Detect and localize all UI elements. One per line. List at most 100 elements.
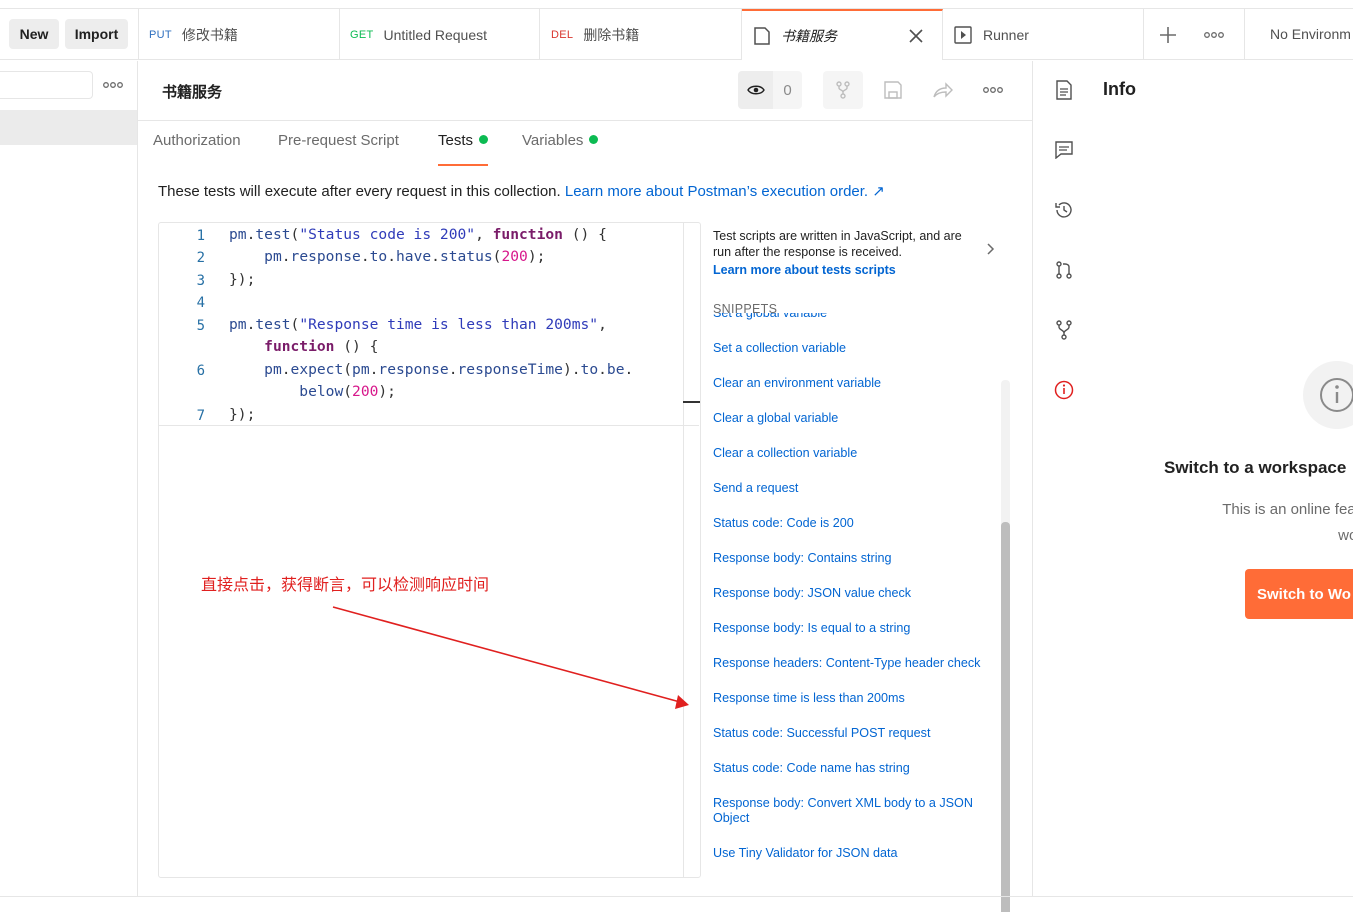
divider [1244,9,1245,60]
switch-workspace-text: This is an online feature a workspa [1154,497,1353,549]
fork-icon[interactable] [823,71,863,109]
tab-collection[interactable]: 书籍服务 [742,9,943,60]
tab-get-request[interactable]: GET Untitled Request [340,9,540,60]
line-number: 2 [196,250,205,266]
collection-editor: 书籍服务 0 Authorization Pre-request Script … [138,61,1032,912]
switch-workspace-heading: Switch to a workspace [1164,458,1347,477]
tab-put-request[interactable]: PUT 修改书籍 [138,9,340,60]
switch-workspace-text-line: This is an online feature a [1222,501,1353,518]
snippet-item[interactable]: Response body: Is equal to a string [713,621,998,636]
editor-scroll-marker [683,401,700,403]
code-line: pm.test("Response time is less than 200m… [229,316,607,333]
watch-button[interactable]: 0 [738,71,802,109]
code-editor[interactable]: 1 2 3 4 5 6 7 pm.test("Status code is 20… [158,222,701,878]
eye-icon [738,71,773,109]
tab-pre-request-script[interactable]: Pre-request Script [278,132,399,166]
sidebar-search-input[interactable] [0,71,93,99]
method-badge: GET [350,28,374,41]
tab-label: 修改书籍 [181,26,238,43]
info-panel: Info Switch to a workspace This is an on… [1094,61,1353,897]
right-rail [1032,61,1094,897]
tab-bar: New Import PUT 修改书籍 GET Untitled Request… [0,9,1353,60]
status-dot [589,135,599,144]
sidebar [0,61,138,897]
environment-selector[interactable]: No Environm [1270,26,1351,42]
snippet-item[interactable]: Response headers: Content-Type header ch… [713,656,998,671]
close-icon[interactable] [908,28,924,44]
method-badge: DEL [551,28,574,41]
snippets-intro-text: Test scripts are written in JavaScript, … [713,229,962,259]
snippet-item[interactable]: Response time is less than 200ms [713,691,998,706]
tab-variables-label: Variables [522,132,584,149]
code-line: pm.expect(pm.response.responseTime).to.b… [264,361,634,378]
code-line: function () { [264,338,379,355]
chevron-right-icon[interactable] [987,242,995,260]
status-bar-divider [0,896,1353,897]
tests-docs-link[interactable]: Learn more about tests scripts [713,262,973,278]
snippet-item[interactable]: Set a collection variable [713,341,998,356]
code-line: }); [229,406,256,423]
more-options-icon[interactable] [973,71,1013,109]
snippets-scrollbar-thumb[interactable] [1001,522,1010,912]
save-icon[interactable] [873,71,913,109]
runner-icon [954,25,972,44]
line-number: 7 [196,408,205,424]
snippets-intro: Test scripts are written in JavaScript, … [713,228,973,278]
page-title: 书籍服务 [162,84,223,101]
watch-count: 0 [773,71,802,109]
snippet-item[interactable]: Response body: Contains string [713,551,998,566]
snippet-item[interactable]: Send a request [713,481,998,496]
code-line: below(200); [299,383,396,400]
snippet-item[interactable]: Status code: Code name has string [713,761,998,776]
snippet-item[interactable]: Use Tiny Validator for JSON data [713,846,998,861]
snippets-heading: SNIPPETS [713,302,778,316]
pull-request-icon[interactable] [1052,258,1076,282]
comments-icon[interactable] [1052,138,1076,162]
line-number: 4 [196,295,205,311]
info-icon[interactable] [1052,378,1076,402]
switch-workspace-text-line: workspa [1338,527,1353,544]
sidebar-more-icon[interactable] [102,77,124,93]
tab-authorization[interactable]: Authorization [153,132,241,166]
info-title: Info [1103,79,1136,99]
snippet-item[interactable]: Clear a global variable [713,411,998,426]
code-line: pm.response.to.have.status(200); [264,248,546,265]
sidebar-item-selected[interactable] [0,110,137,145]
history-icon[interactable] [1052,198,1076,222]
window-top-strip [0,0,1353,9]
description-text: These tests will execute after every req… [158,183,565,200]
annotation-arrow [332,606,689,709]
tab-tests[interactable]: Tests [438,132,489,166]
line-number: 1 [196,228,205,244]
documentation-icon[interactable] [1052,78,1076,102]
tests-description: These tests will execute after every req… [158,182,885,200]
tab-tests-label: Tests [438,132,474,149]
snippet-item[interactable]: Status code: Code is 200 [713,516,998,531]
code-line: pm.test("Status code is 200", function (… [229,226,607,243]
tab-label: Untitled Request [383,26,488,43]
snippet-item[interactable]: Response body: JSON value check [713,586,998,601]
more-tabs-icon[interactable] [1201,24,1227,46]
fork-icon[interactable] [1052,318,1076,342]
snippet-item[interactable]: Clear a collection variable [713,446,998,461]
collection-icon [753,26,771,46]
snippet-item[interactable]: Clear an environment variable [713,376,998,391]
import-button[interactable]: Import [65,19,128,49]
line-number: 6 [196,363,205,379]
line-number: 5 [196,318,205,334]
execution-order-link[interactable]: Learn more about Postman’s execution ord… [565,183,885,200]
line-number: 3 [196,273,205,289]
annotation-text: 直接点击，获得断言，可以检测响应时间 [201,577,490,594]
new-button[interactable]: New [9,19,59,49]
editor-divider [683,223,684,877]
snippet-item[interactable]: Status code: Successful POST request [713,726,998,741]
switch-workspace-button[interactable]: Switch to Wo [1245,569,1353,619]
share-icon[interactable] [923,71,963,109]
add-tab-icon[interactable] [1156,24,1180,46]
snippet-item[interactable]: Response body: Convert XML body to a JSO… [713,796,998,826]
tab-label: 书籍服务 [781,27,837,44]
tab-runner[interactable]: Runner [943,9,1144,60]
snippets-list: Set a global variable Set a collection v… [713,313,1003,882]
tab-variables[interactable]: Variables [522,132,599,166]
tab-del-request[interactable]: DEL 删除书籍 [540,9,742,60]
